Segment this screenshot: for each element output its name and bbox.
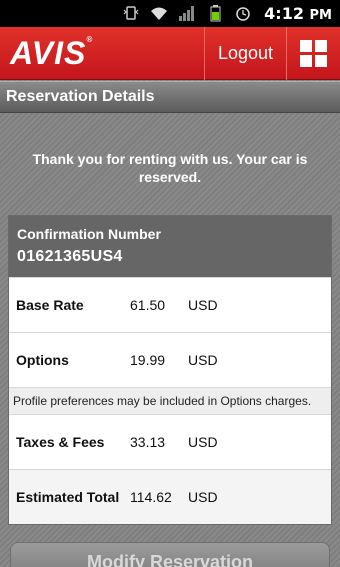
status-time: 4:12 PM: [264, 4, 332, 23]
rate-label: Estimated Total: [16, 489, 120, 505]
signal-icon: [179, 6, 194, 21]
rate-label: Taxes & Fees: [16, 434, 105, 450]
rate-currency: USD: [188, 297, 218, 313]
confirmation-message: Thank you for renting with us. Your car …: [32, 151, 308, 185]
menu-button[interactable]: [286, 27, 340, 80]
rate-value: 114.62: [130, 489, 172, 505]
rate-value: 33.13: [130, 434, 166, 450]
rate-value: 61.50: [130, 297, 166, 313]
rate-row-taxes: Taxes & Fees 33.13 USD: [9, 414, 331, 469]
rate-row-base: Base Rate 61.50 USD: [9, 277, 331, 332]
page-title: Reservation Details: [0, 81, 340, 113]
logout-button[interactable]: Logout: [204, 27, 286, 80]
status-bar: 4:12 PM: [0, 0, 340, 27]
reservation-card: Confirmation Number 01621365US4 Base Rat…: [8, 215, 332, 525]
rate-row-total: Estimated Total 114.62 USD: [9, 469, 331, 524]
rate-currency: USD: [188, 434, 218, 450]
avis-logo: AVIS®: [10, 35, 94, 71]
wifi-icon: [151, 7, 167, 20]
vibrate-icon: [123, 6, 139, 20]
options-note: Profile preferences may be included in O…: [9, 387, 331, 414]
rate-value: 19.99: [130, 352, 166, 368]
rate-currency: USD: [188, 489, 218, 505]
rate-label: Options: [16, 352, 69, 368]
battery-icon: [210, 5, 221, 22]
grid-icon: [300, 40, 327, 67]
app-header: AVIS® Logout: [0, 27, 340, 80]
alarm-icon: [236, 7, 250, 21]
confirmation-number: 01621365US4: [17, 248, 123, 265]
confirmation-label: Confirmation Number: [17, 226, 161, 242]
rate-label: Base Rate: [16, 297, 84, 313]
modify-reservation-button[interactable]: Modify Reservation: [10, 542, 330, 567]
status-icons: [122, 4, 252, 22]
rate-row-options: Options 19.99 USD: [9, 332, 331, 387]
confirmation-block: Confirmation Number 01621365US4: [9, 216, 331, 277]
rate-currency: USD: [188, 352, 218, 368]
